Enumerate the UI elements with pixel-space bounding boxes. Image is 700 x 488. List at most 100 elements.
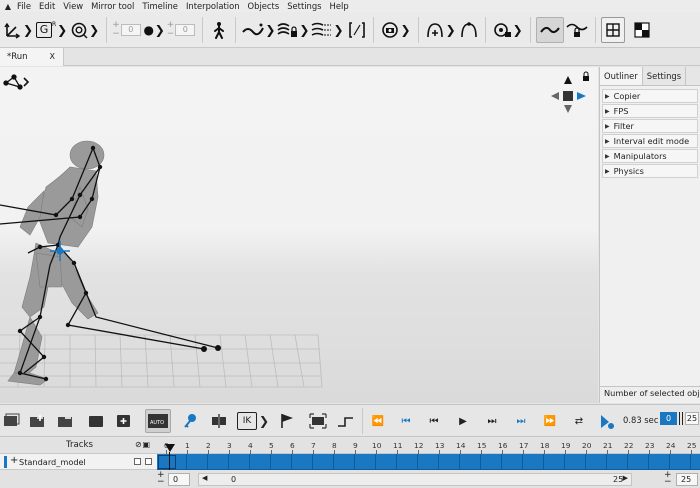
ruler-tick-label: 12 bbox=[414, 441, 424, 450]
track-keyframe-lane[interactable] bbox=[157, 454, 700, 470]
frame-fit-icon[interactable] bbox=[308, 409, 328, 433]
split-key-icon[interactable] bbox=[209, 409, 229, 433]
multi-curve-lock-icon[interactable] bbox=[277, 17, 299, 43]
timeline-ruler[interactable]: 0 1 2 3 4 5 6 7 8 9 10 11 12 13 14 15 16 17 18 19 20 21 22 23 24… bbox=[157, 438, 700, 454]
chevron-right-icon[interactable]: ❯ bbox=[89, 23, 99, 37]
track-visible-checkbox[interactable] bbox=[134, 458, 141, 465]
global-g-button[interactable]: G R bbox=[35, 17, 57, 43]
curve-lock-icon[interactable] bbox=[564, 17, 590, 43]
loop-icon[interactable]: ⇄ bbox=[571, 413, 587, 429]
range-start-field[interactable]: 0 bbox=[168, 473, 190, 486]
menu-objects[interactable]: Objects bbox=[248, 0, 280, 12]
timeline-scrollbar[interactable]: ◀ 0 25 ▶ bbox=[198, 473, 632, 486]
tab-outliner[interactable]: Outliner bbox=[600, 67, 643, 85]
scroll-left-icon[interactable]: ◀ bbox=[202, 474, 207, 482]
right-value-field[interactable]: 0 bbox=[175, 23, 196, 36]
solid-layer-icon[interactable] bbox=[86, 409, 106, 433]
tab-close-button[interactable]: X bbox=[50, 52, 55, 61]
timeline-controls: AUTO IK ❯ ⏪ ⏮ ⏮ ▶ ⏭ ⏭ ⏩ ⇄ 0.83 sec 0 25 bbox=[0, 404, 700, 437]
chevron-right-icon[interactable]: ❯ bbox=[265, 23, 275, 37]
settings-item-copier[interactable]: ▶ Copier bbox=[602, 89, 698, 103]
ruler-tick-label: 8 bbox=[332, 441, 337, 450]
current-frame-field[interactable]: 0 bbox=[660, 412, 677, 425]
rotate-tool-icon[interactable] bbox=[69, 17, 89, 43]
chevron-right-icon[interactable]: ❯ bbox=[259, 413, 269, 429]
playback-speed-icon[interactable] bbox=[598, 409, 616, 433]
settings-item-label: Copier bbox=[613, 91, 641, 101]
add-track-icon[interactable] bbox=[2, 409, 22, 433]
playhead-marker[interactable] bbox=[165, 444, 175, 452]
plus-minus-icon[interactable]: + − bbox=[664, 471, 672, 487]
settings-item-filter[interactable]: ▶ Filter bbox=[602, 119, 698, 133]
arc-plus-icon[interactable] bbox=[424, 17, 446, 43]
total-frames-field[interactable]: 25 bbox=[685, 412, 699, 425]
right-value-spinner[interactable]: + − 0 bbox=[167, 20, 196, 39]
left-value-field[interactable]: 0 bbox=[120, 23, 141, 36]
move-axis-tool-icon[interactable] bbox=[3, 17, 23, 43]
previous-frame-icon[interactable]: ⏮ bbox=[427, 413, 441, 429]
go-to-start-icon[interactable]: ⏮ bbox=[399, 413, 413, 429]
dot-icon[interactable]: ● bbox=[143, 17, 155, 43]
menu-help[interactable]: Help bbox=[330, 0, 349, 12]
go-to-end-icon[interactable]: ⏭ bbox=[514, 413, 528, 429]
ik-button[interactable]: IK bbox=[237, 412, 257, 430]
chevron-right-icon[interactable]: ❯ bbox=[333, 23, 343, 37]
play-icon[interactable]: ▶ bbox=[456, 413, 470, 429]
rewind-icon[interactable]: ⏪ bbox=[370, 413, 386, 429]
chevron-right-icon[interactable]: ❯ bbox=[401, 23, 411, 37]
track-row-standard-model[interactable]: + Standard_model bbox=[0, 454, 157, 470]
arc-icon[interactable] bbox=[458, 17, 480, 43]
menu-edit[interactable]: Edit bbox=[39, 0, 55, 12]
plus-minus-icon[interactable]: + − bbox=[157, 471, 165, 487]
tracks-header-label: Tracks bbox=[66, 440, 93, 450]
menu-interpolation[interactable]: Interpolation bbox=[186, 0, 240, 12]
chevron-right-icon[interactable]: ❯ bbox=[446, 23, 456, 37]
walking-figure-icon[interactable] bbox=[208, 17, 230, 43]
left-value-spinner[interactable]: + − 0 bbox=[112, 20, 141, 39]
chevron-right-icon[interactable]: ❯ bbox=[57, 23, 67, 37]
menu-mirror-tool[interactable]: Mirror tool bbox=[91, 0, 134, 12]
next-frame-icon[interactable]: ⏭ bbox=[485, 413, 499, 429]
expand-track-icon[interactable]: + bbox=[10, 455, 18, 466]
grid-view-button[interactable] bbox=[600, 16, 625, 43]
settings-item-physics[interactable]: ▶ Physics bbox=[602, 164, 698, 178]
range-end-field[interactable]: 25 bbox=[676, 473, 698, 486]
menu-timeline[interactable]: Timeline bbox=[142, 0, 178, 12]
add-key-icon[interactable] bbox=[114, 409, 134, 433]
key-icon[interactable] bbox=[180, 409, 200, 433]
menu-settings[interactable]: Settings bbox=[287, 0, 321, 12]
fast-forward-icon[interactable]: ⏩ bbox=[542, 413, 558, 429]
chevron-right-icon[interactable]: ❯ bbox=[23, 23, 33, 37]
multi-curve-icon[interactable] bbox=[311, 17, 333, 43]
add-layer-icon[interactable] bbox=[28, 409, 48, 433]
smooth-curve-button[interactable] bbox=[535, 16, 564, 43]
tab-run[interactable]: *Run X bbox=[0, 48, 64, 66]
settings-item-interval-edit-mode[interactable]: ▶ Interval edit mode bbox=[602, 134, 698, 148]
flag-icon[interactable] bbox=[277, 409, 297, 433]
scroll-right-icon[interactable]: ▶ bbox=[623, 474, 628, 482]
curve-path-icon[interactable] bbox=[241, 17, 265, 43]
frame-divider-handle[interactable] bbox=[679, 412, 683, 425]
3d-viewport[interactable] bbox=[0, 67, 598, 403]
app-logo-icon: ▲ bbox=[4, 1, 12, 11]
camera-rotate-icon[interactable] bbox=[379, 17, 401, 43]
tab-settings[interactable]: Settings bbox=[643, 67, 687, 85]
target-lock-icon[interactable] bbox=[491, 17, 513, 43]
chevron-right-icon[interactable]: ❯ bbox=[155, 23, 165, 37]
menu-file[interactable]: File bbox=[17, 0, 31, 12]
chevron-right-icon[interactable]: ❯ bbox=[299, 23, 309, 37]
selected-keyframe-cell[interactable] bbox=[158, 455, 176, 469]
remove-layer-icon[interactable] bbox=[56, 409, 76, 433]
settings-item-manipulators[interactable]: ▶ Manipulators bbox=[602, 149, 698, 163]
plus-minus-icon[interactable]: + − bbox=[112, 20, 120, 39]
bracket-icon[interactable] bbox=[346, 17, 368, 43]
auto-key-button[interactable]: AUTO bbox=[145, 409, 171, 433]
settings-item-fps[interactable]: ▶ FPS bbox=[602, 104, 698, 118]
menu-view[interactable]: View bbox=[63, 0, 83, 12]
visibility-lock-icon[interactable]: ⊘ ▣ bbox=[135, 440, 150, 449]
checker-icon[interactable] bbox=[629, 17, 655, 43]
plus-minus-icon[interactable]: + − bbox=[167, 20, 175, 39]
step-curve-icon[interactable] bbox=[336, 409, 356, 433]
chevron-right-icon[interactable]: ❯ bbox=[513, 23, 523, 37]
track-lock-checkbox[interactable] bbox=[145, 458, 152, 465]
